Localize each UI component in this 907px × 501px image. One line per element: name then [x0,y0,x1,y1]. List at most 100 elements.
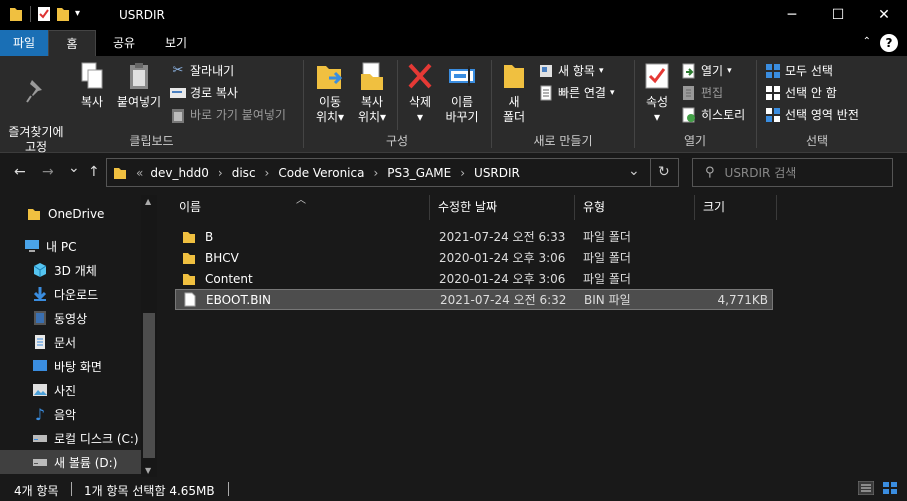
paste-button[interactable]: 붙여넣기 [114,60,164,110]
up-button[interactable]: ↑ [88,164,100,180]
table-row[interactable]: B 2021-07-24 오전 6:33 파일 폴더 [175,226,773,247]
invert-selection-button[interactable]: 선택 영역 반전 [765,106,859,123]
clipboard-label: 클립보드 [129,134,174,148]
table-row[interactable]: Content 2020-01-24 오후 3:06 파일 폴더 [175,268,773,289]
sidebar-item-pictures[interactable]: 사진 [0,378,141,402]
help-icon[interactable]: ? [880,34,898,52]
table-row[interactable]: BHCV 2020-01-24 오후 3:06 파일 폴더 [175,247,773,268]
details-view-icon[interactable] [857,480,875,496]
rename-button[interactable]: 이름 바꾸기 [442,60,482,125]
open-button[interactable]: 열기 ▾ [681,62,732,79]
chevron-right-icon[interactable]: › [373,166,378,180]
forward-button[interactable]: → [42,164,54,180]
breadcrumb-item[interactable]: disc [232,166,256,180]
select-label: 선택 [805,134,829,148]
breadcrumb-item[interactable]: USRDIR [474,166,520,180]
title-bar: ▾ USRDIR ─ ☐ ✕ [0,0,907,30]
back-button[interactable]: ← [14,164,26,180]
tab-view[interactable]: 보기 [152,30,200,56]
sidebar-scrollbar-thumb[interactable] [143,313,155,458]
properties-icon [642,60,672,92]
recent-locations-button[interactable]: ⌄ [68,160,80,176]
history-icon [681,107,697,123]
select-group: 모두 선택 선택 안 함 선택 영역 반전 선택 [757,56,877,153]
folder-icon [181,229,197,245]
chevron-up-icon[interactable]: ⌃ [863,36,871,47]
breadcrumb-item[interactable]: Code Veronica [278,166,364,180]
sidebar-item-desktop[interactable]: 바탕 화면 [0,354,141,378]
open-label: 열기 [683,134,707,148]
copy-path-button[interactable]: 경로 복사 [170,84,238,101]
chevron-right-icon[interactable]: › [460,166,465,180]
copy-icon [77,60,107,92]
properties-button[interactable]: 속성 ▾ [639,60,675,125]
chevron-right-icon[interactable]: › [218,166,223,180]
search-input[interactable]: ⚲ USRDIR 검색 [692,158,893,187]
breadcrumb-item[interactable]: PS3_GAME [387,166,451,180]
scroll-down-icon[interactable]: ▼ [145,466,151,475]
desktop-icon [32,358,48,374]
open-icon [681,63,697,79]
3d-objects-icon [32,262,48,278]
sidebar-item-videos[interactable]: 동영상 [0,306,141,330]
sidebar-item-downloads[interactable]: 다운로드 [0,282,141,306]
sidebar-item-documents[interactable]: 문서 [0,330,141,354]
navigation-pane: OneDrive 내 PC 3D 개체 다운로드 동영상 문서 바탕 화면 사진… [0,195,157,477]
column-header-type[interactable]: 유형 [575,195,695,220]
breadcrumb-item[interactable]: dev_hdd0 [150,166,209,180]
sidebar-item-this-pc[interactable]: 내 PC [0,234,141,258]
column-header-modified[interactable]: 수정한 날짜 [430,195,575,220]
organize-label: 구성 [385,134,409,148]
new-item-button[interactable]: 새 항목 ▾ [538,62,603,79]
delete-button[interactable]: 삭제 ▾ [402,60,438,125]
paste-shortcut-icon [170,107,186,123]
sidebar-item-onedrive[interactable]: OneDrive [0,202,141,226]
copy-button[interactable]: 복사 [74,60,110,110]
pin-icon [21,75,51,107]
select-all-button[interactable]: 모두 선택 [765,62,833,79]
new-folder-icon[interactable] [56,6,70,22]
customize-qat-icon[interactable]: ▾ [75,6,89,22]
edit-icon [681,85,697,101]
column-header-size[interactable]: 크기 [695,195,777,220]
copy-to-icon [357,60,387,92]
sidebar-item-music[interactable]: ♪ 음악 [0,402,141,426]
folder-icon[interactable] [9,6,23,22]
address-dropdown-button[interactable]: ⌄ [628,163,640,179]
sidebar-item-3d-objects[interactable]: 3D 개체 [0,258,141,282]
ribbon: 즐겨찾기에 고정 복사 붙여넣기 ✂ 잘라내기 경로 복사 바로 가기 붙여넣기 … [0,56,907,154]
sidebar-item-local-disk-c[interactable]: 로컬 디스크 (C:) [0,426,141,450]
search-icon: ⚲ [705,165,715,180]
table-row-selected[interactable]: EBOOT.BIN 2021-07-24 오전 6:32 BIN 파일 4,77… [175,289,773,310]
edit-button[interactable]: 편집 [681,84,723,101]
breadcrumb-overflow[interactable]: « [136,166,143,180]
large-icons-view-icon[interactable] [882,481,898,495]
music-icon: ♪ [34,404,46,424]
paste-shortcut-button[interactable]: 바로 가기 붙여넣기 [170,106,286,123]
tab-home[interactable]: 홈 [48,30,96,56]
copy-to-button[interactable]: 복사 위치▾ [352,60,392,125]
tab-file[interactable]: 파일 [0,30,48,56]
address-bar[interactable]: « dev_hdd0 › disc › Code Veronica › PS3_… [106,158,679,187]
move-to-button[interactable]: 이동 위치▾ [310,60,350,125]
chevron-right-icon[interactable]: › [265,166,270,180]
properties-icon[interactable] [37,6,51,22]
history-button[interactable]: 히스토리 [681,106,745,123]
maximize-button[interactable]: ☐ [815,0,861,30]
move-to-icon [315,60,345,92]
column-header-name[interactable]: 이름 [171,195,430,220]
tab-share[interactable]: 공유 [100,30,148,56]
minimize-button[interactable]: ─ [769,0,815,30]
easy-access-button[interactable]: 빠른 연결 ▾ [538,84,615,101]
video-icon [32,310,48,326]
close-button[interactable]: ✕ [861,0,907,30]
cut-button[interactable]: ✂ 잘라내기 [170,62,235,79]
scroll-up-icon[interactable]: ▲ [145,197,151,206]
sidebar-item-new-volume-d[interactable]: 새 볼륨 (D:) [0,450,141,474]
new-folder-button[interactable]: 새 폴더 [498,60,530,125]
folder-icon [113,165,127,181]
select-none-button[interactable]: 선택 안 함 [765,84,837,101]
computer-icon [24,238,40,254]
drive-icon [32,454,48,470]
refresh-button[interactable]: ↻ [658,164,670,180]
